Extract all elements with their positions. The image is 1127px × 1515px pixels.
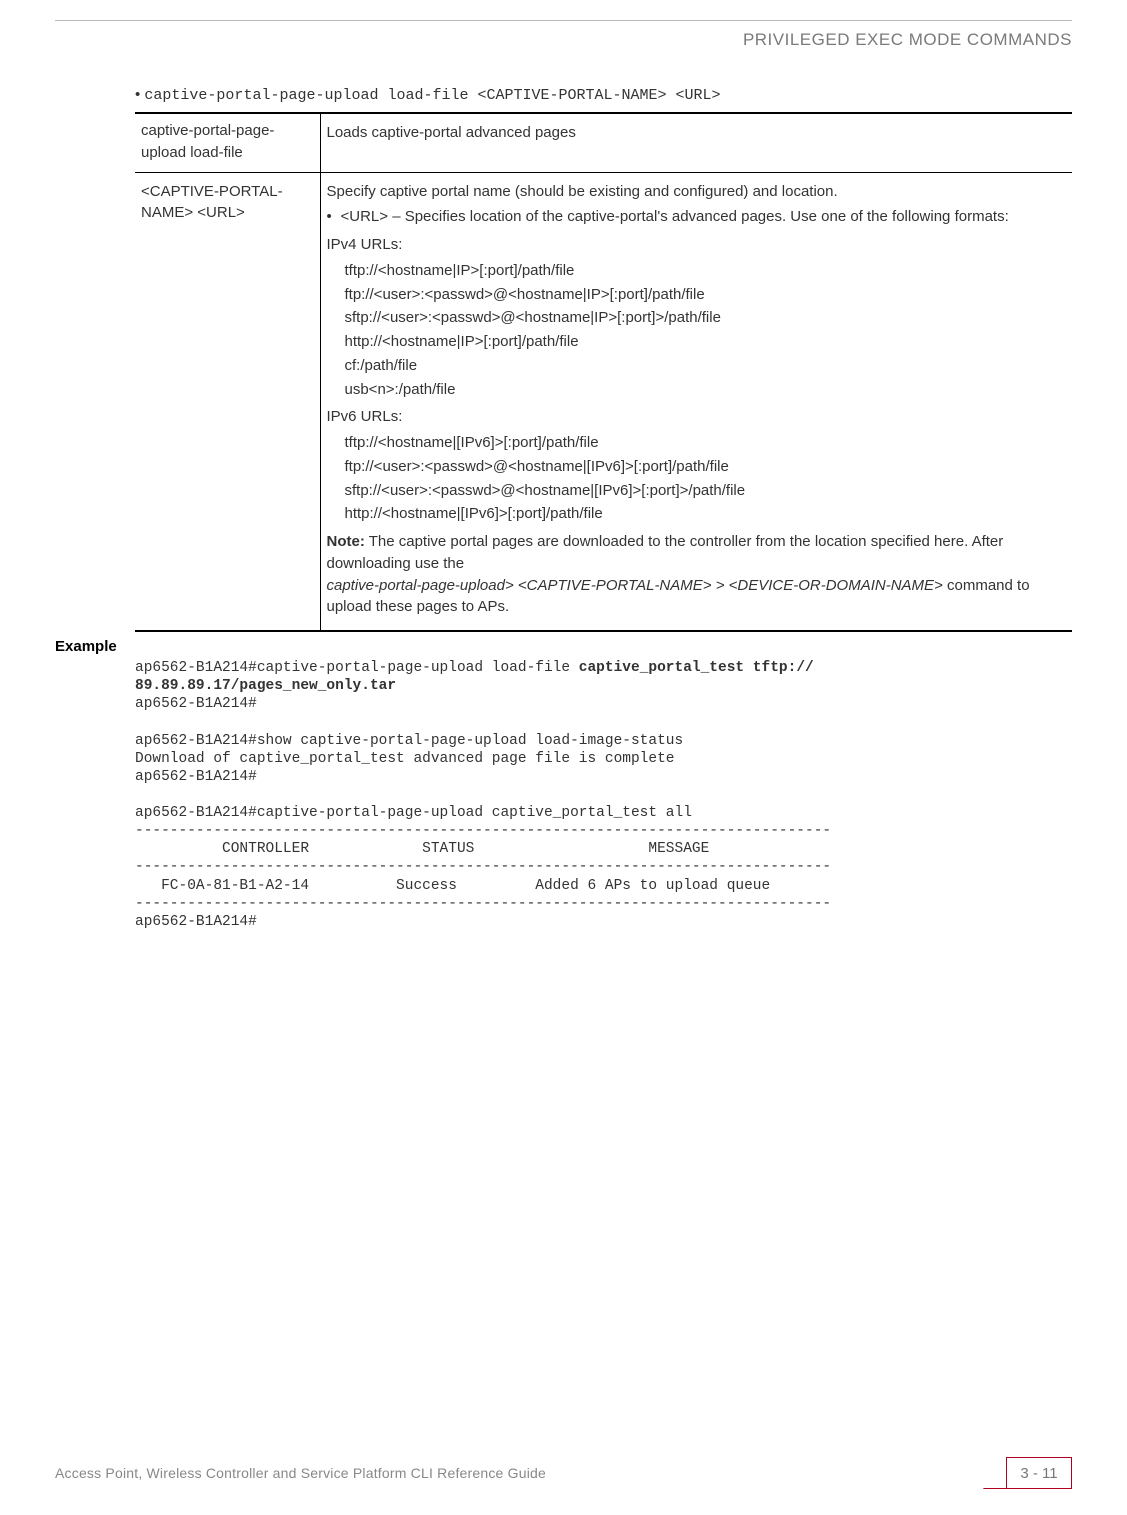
ipv6-label: IPv6 URLs:	[327, 406, 1065, 428]
term-line: ap6562-B1A214#	[135, 769, 257, 785]
footer-title: Access Point, Wireless Controller and Se…	[55, 1465, 546, 1481]
note-prefix: Note:	[327, 533, 365, 550]
url-line: tftp://<hostname|IP>[:port]/path/file	[345, 260, 1065, 282]
url-line: http://<hostname|IP>[:port]/path/file	[345, 331, 1065, 353]
page: PRIVILEGED EXEC MODE COMMANDS captive-po…	[0, 0, 1127, 1515]
note-text: The captive portal pages are downloaded …	[327, 533, 1004, 572]
url-line: sftp://<user>:<passwd>@<hostname|IP>[:po…	[345, 307, 1065, 329]
url-line: ftp://<user>:<passwd>@<hostname|[IPv6]>[…	[345, 456, 1065, 478]
desc-text: Loads captive-portal advanced pages	[327, 122, 1065, 144]
param-name-cell: captive-portal-page-upload load-file	[135, 113, 320, 172]
url-line: sftp://<user>:<passwd>@<hostname|[IPv6]>…	[345, 480, 1065, 502]
term-line: Download of captive_portal_test advanced…	[135, 751, 675, 767]
param-desc-cell: Loads captive-portal advanced pages	[320, 113, 1072, 172]
note-block: Note: The captive portal pages are downl…	[327, 531, 1065, 618]
desc-bullet: <URL> – Specifies location of the captiv…	[327, 206, 1065, 228]
footer-right: 3 - 11	[1006, 1457, 1072, 1489]
top-rule	[55, 20, 1072, 21]
section-header: PRIVILEGED EXEC MODE COMMANDS	[743, 30, 1072, 50]
term-line: ap6562-B1A214#	[135, 914, 257, 930]
url-line: usb<n>:/path/file	[345, 379, 1065, 401]
desc-line: Specify captive portal name (should be e…	[327, 181, 1065, 203]
syntax-line: captive-portal-page-upload load-file <CA…	[135, 86, 1072, 104]
page-number-box: 3 - 11	[1006, 1457, 1072, 1489]
term-bold: 89.89.89.17/pages_new_only.tar	[135, 678, 396, 694]
main-content: captive-portal-page-upload load-file <CA…	[135, 86, 1072, 931]
ipv6-url-list: tftp://<hostname|[IPv6]>[:port]/path/fil…	[327, 432, 1065, 525]
page-number: 3 - 11	[1020, 1465, 1057, 1482]
url-line: http://<hostname|[IPv6]>[:port]/path/fil…	[345, 503, 1065, 525]
page-footer: Access Point, Wireless Controller and Se…	[55, 1457, 1072, 1489]
term-line: ----------------------------------------…	[135, 896, 831, 912]
term-bold: captive_portal_test tftp://	[579, 660, 814, 676]
ipv4-label: IPv4 URLs:	[327, 234, 1065, 256]
term-line: CONTROLLER STATUS MESSAGE	[135, 841, 709, 857]
url-line: ftp://<user>:<passwd>@<hostname|IP>[:por…	[345, 284, 1065, 306]
term-line: ap6562-B1A214#show captive-portal-page-u…	[135, 733, 683, 749]
url-line: tftp://<hostname|[IPv6]>[:port]/path/fil…	[345, 432, 1065, 454]
term-line: ap6562-B1A214#captive-portal-page-upload…	[135, 660, 579, 676]
table-row: <CAPTIVE-PORTAL-NAME> <URL> Specify capt…	[135, 172, 1072, 631]
example-heading: Example	[55, 638, 1072, 655]
ipv4-url-list: tftp://<hostname|IP>[:port]/path/file ft…	[327, 260, 1065, 401]
table-row: captive-portal-page-upload load-file Loa…	[135, 113, 1072, 172]
term-line: ap6562-B1A214#	[135, 696, 257, 712]
term-line: FC-0A-81-B1-A2-14 Success Added 6 APs to…	[135, 878, 770, 894]
term-line: ----------------------------------------…	[135, 823, 831, 839]
parameters-table: captive-portal-page-upload load-file Loa…	[135, 112, 1072, 632]
param-desc-cell: Specify captive portal name (should be e…	[320, 172, 1072, 631]
url-line: cf:/path/file	[345, 355, 1065, 377]
term-line: ap6562-B1A214#captive-portal-page-upload…	[135, 805, 692, 821]
term-line: ----------------------------------------…	[135, 859, 831, 875]
terminal-output: ap6562-B1A214#captive-portal-page-upload…	[135, 659, 1072, 931]
param-name-cell: <CAPTIVE-PORTAL-NAME> <URL>	[135, 172, 320, 631]
note-italic: captive-portal-page-upload> <CAPTIVE-POR…	[327, 577, 943, 594]
